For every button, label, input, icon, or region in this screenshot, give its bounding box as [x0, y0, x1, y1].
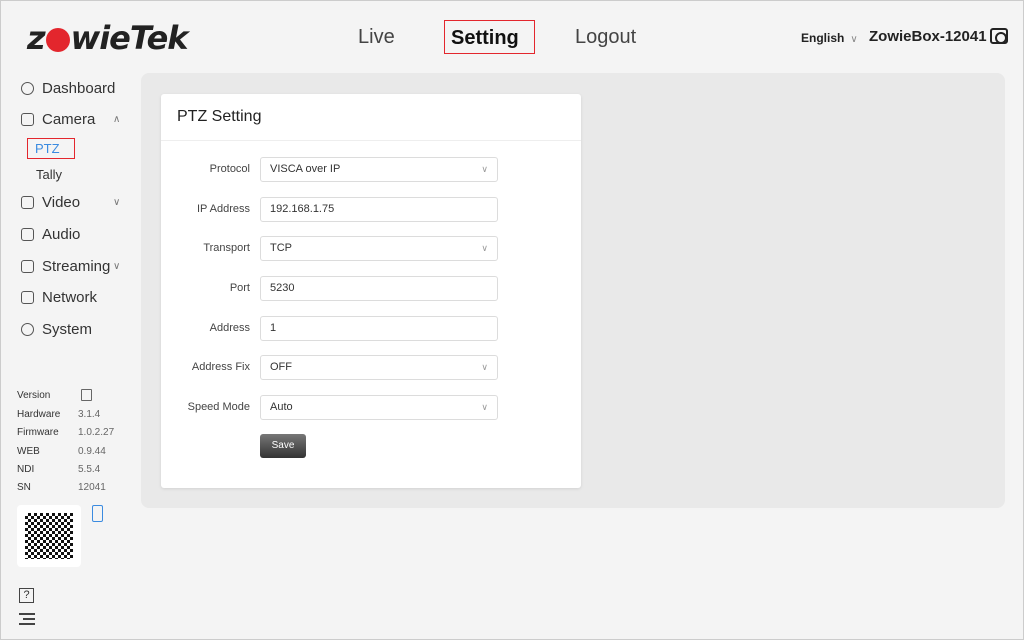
card-title: PTZ Setting — [161, 94, 581, 141]
address-fix-select[interactable]: OFF ∨ — [260, 355, 498, 380]
field-label: Transport — [203, 242, 250, 254]
camera-icon — [21, 113, 34, 126]
chevron-down-icon: ∨ — [481, 158, 488, 181]
address-fix-row: Address Fix OFF ∨ — [161, 355, 581, 380]
nav-logout[interactable]: Logout — [575, 20, 636, 54]
field-value: Auto — [270, 401, 293, 413]
zowietek-logo: zwieTek — [27, 19, 188, 57]
chevron-down-icon: ∨ — [113, 261, 120, 272]
speed-mode-row: Speed Mode Auto ∨ — [161, 395, 581, 420]
mobile-phone-icon[interactable] — [92, 505, 103, 522]
version-value: 5.5.4 — [78, 464, 100, 475]
version-key: SN — [17, 482, 31, 493]
sidebar-item-streaming[interactable]: Streaming∨ — [21, 258, 110, 275]
version-key: Firmware — [17, 427, 59, 438]
gear-icon — [21, 323, 34, 336]
field-label: Address — [210, 322, 250, 334]
port-row: Port 5230 — [161, 276, 581, 301]
address-row: Address 1 — [161, 316, 581, 341]
version-value: 12041 — [78, 482, 106, 493]
device-name: ZowieBox-12041 — [869, 28, 987, 45]
sidebar-item-video[interactable]: Video∨ — [21, 194, 80, 211]
port-input[interactable]: 5230 — [260, 276, 498, 301]
protocol-select[interactable]: VISCA over IP ∨ — [260, 157, 498, 182]
chevron-down-icon: ∨ — [850, 34, 857, 45]
version-value: 3.1.4 — [78, 409, 100, 420]
chevron-down-icon: ∨ — [481, 237, 488, 260]
field-label: Address Fix — [192, 361, 250, 373]
version-key: Hardware — [17, 409, 60, 420]
chevron-up-icon: ∧ — [113, 114, 120, 125]
sidebar-item-camera[interactable]: Camera∧ — [21, 111, 95, 128]
help-icon[interactable]: ? — [19, 588, 34, 603]
video-icon — [21, 196, 34, 209]
field-label: Speed Mode — [188, 401, 250, 413]
collapse-menu-icon[interactable] — [19, 613, 35, 625]
sidebar-item-label: Dashboard — [42, 80, 115, 97]
sidebar-subitem-tally[interactable]: Tally — [36, 167, 62, 182]
copy-icon[interactable] — [81, 389, 92, 401]
ip-address-input[interactable]: 192.168.1.75 — [260, 197, 498, 222]
dashboard-icon — [21, 82, 34, 95]
protocol-row: Protocol VISCA over IP ∨ — [161, 157, 581, 182]
field-value: TCP — [270, 242, 292, 254]
save-button[interactable]: Save — [260, 434, 306, 458]
audio-icon — [21, 228, 34, 241]
field-label: IP Address — [197, 203, 250, 215]
sidebar-item-label: System — [42, 321, 92, 338]
ip-address-row: IP Address 192.168.1.75 — [161, 197, 581, 222]
sidebar-item-label: Network — [42, 289, 97, 306]
sidebar-item-network[interactable]: Network — [21, 289, 97, 306]
chevron-down-icon: ∨ — [481, 356, 488, 379]
field-label: Port — [230, 282, 250, 294]
version-key: WEB — [17, 446, 40, 457]
version-value: 1.0.2.27 — [78, 427, 114, 438]
camera-snapshot-icon[interactable] — [990, 28, 1008, 44]
speed-mode-select[interactable]: Auto ∨ — [260, 395, 498, 420]
language-select[interactable]: English ∨ — [801, 31, 858, 45]
version-title: Version — [17, 390, 50, 401]
transport-select[interactable]: TCP ∨ — [260, 236, 498, 261]
sidebar-item-audio[interactable]: Audio — [21, 226, 80, 243]
nav-setting[interactable]: Setting — [444, 20, 535, 54]
ptz-setting-card: PTZ Setting Protocol VISCA over IP ∨ IP Ad… — [161, 94, 581, 488]
sidebar-item-label: Video — [42, 194, 80, 211]
language-label: English — [801, 31, 844, 45]
sidebar-item-system[interactable]: System — [21, 321, 92, 338]
field-label: Protocol — [210, 163, 250, 175]
version-value: 0.9.44 — [78, 446, 106, 457]
sidebar-item-label: Camera — [42, 111, 95, 128]
sidebar-subitem-ptz[interactable]: PTZ — [27, 138, 75, 159]
address-input[interactable]: 1 — [260, 316, 498, 341]
sidebar-item-label: Audio — [42, 226, 80, 243]
network-icon — [21, 291, 34, 304]
version-key: NDI — [17, 464, 34, 475]
nav-live[interactable]: Live — [358, 20, 395, 54]
transport-row: Transport TCP ∨ — [161, 236, 581, 261]
field-value: OFF — [270, 361, 292, 373]
field-value: VISCA over IP — [270, 163, 340, 175]
streaming-icon — [21, 260, 34, 273]
sidebar-item-label: Streaming — [42, 258, 110, 275]
chevron-down-icon: ∨ — [113, 197, 120, 208]
chevron-down-icon: ∨ — [481, 396, 488, 419]
sidebar-item-dashboard[interactable]: Dashboard — [21, 80, 115, 97]
qr-code — [17, 505, 81, 567]
